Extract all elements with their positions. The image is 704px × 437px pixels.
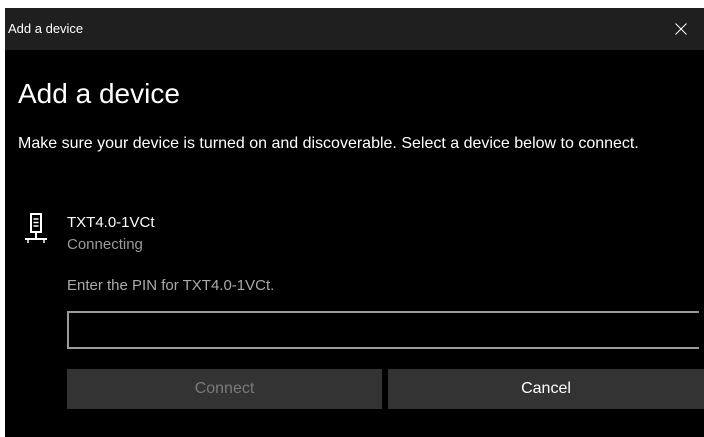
close-button[interactable] xyxy=(658,8,704,50)
network-device-icon xyxy=(24,213,48,249)
cancel-button[interactable]: Cancel xyxy=(388,369,704,409)
close-icon xyxy=(675,23,687,35)
device-status: Connecting xyxy=(67,236,143,253)
device-name: TXT4.0-1VCt xyxy=(67,214,155,231)
add-device-dialog: Add a device Add a device Make sure your… xyxy=(5,8,704,437)
dialog-heading: Add a device xyxy=(18,78,180,109)
dialog-description: Make sure your device is turned on and d… xyxy=(18,135,639,152)
pin-prompt: Enter the PIN for TXT4.0-1VCt. xyxy=(67,277,275,294)
window-title: Add a device xyxy=(8,21,84,36)
connect-button[interactable]: Connect xyxy=(67,369,382,409)
pin-input[interactable] xyxy=(67,311,699,349)
title-bar: Add a device xyxy=(5,8,704,50)
